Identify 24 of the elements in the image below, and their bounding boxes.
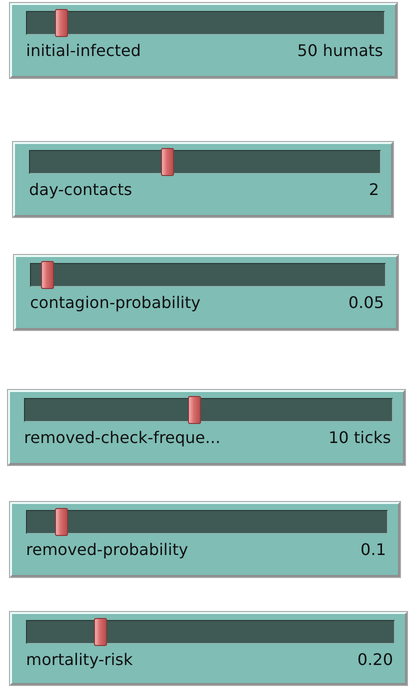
slider-value: 0.1	[360, 540, 386, 559]
slider-value: 0.05	[348, 293, 384, 312]
slider-track[interactable]	[30, 263, 386, 287]
slider-thumb[interactable]	[54, 508, 68, 536]
slider-track[interactable]	[26, 11, 385, 35]
slider-label: mortality-risk	[26, 650, 133, 669]
slider-value: 50 humats	[297, 41, 383, 60]
slider-value: 0.20	[357, 650, 393, 669]
slider-value: 2	[368, 180, 379, 199]
slider-thumb[interactable]	[94, 618, 108, 646]
slider-track[interactable]	[24, 398, 393, 422]
slider-label: contagion-probability	[30, 293, 200, 312]
slider-label: removed-check-freque...	[24, 428, 220, 447]
slider-track[interactable]	[29, 150, 381, 174]
slider-label: removed-probability	[26, 540, 188, 559]
slider-thumb[interactable]	[54, 9, 68, 37]
slider-track[interactable]	[26, 510, 388, 534]
slider-label: initial-infected	[26, 41, 141, 60]
slider-thumb[interactable]	[41, 261, 54, 289]
slider-thumb[interactable]	[188, 396, 201, 424]
slider-track[interactable]	[26, 620, 395, 644]
slider-label: day-contacts	[29, 180, 132, 199]
slider-thumb[interactable]	[161, 148, 174, 176]
slider-value: 10 ticks	[328, 428, 391, 447]
